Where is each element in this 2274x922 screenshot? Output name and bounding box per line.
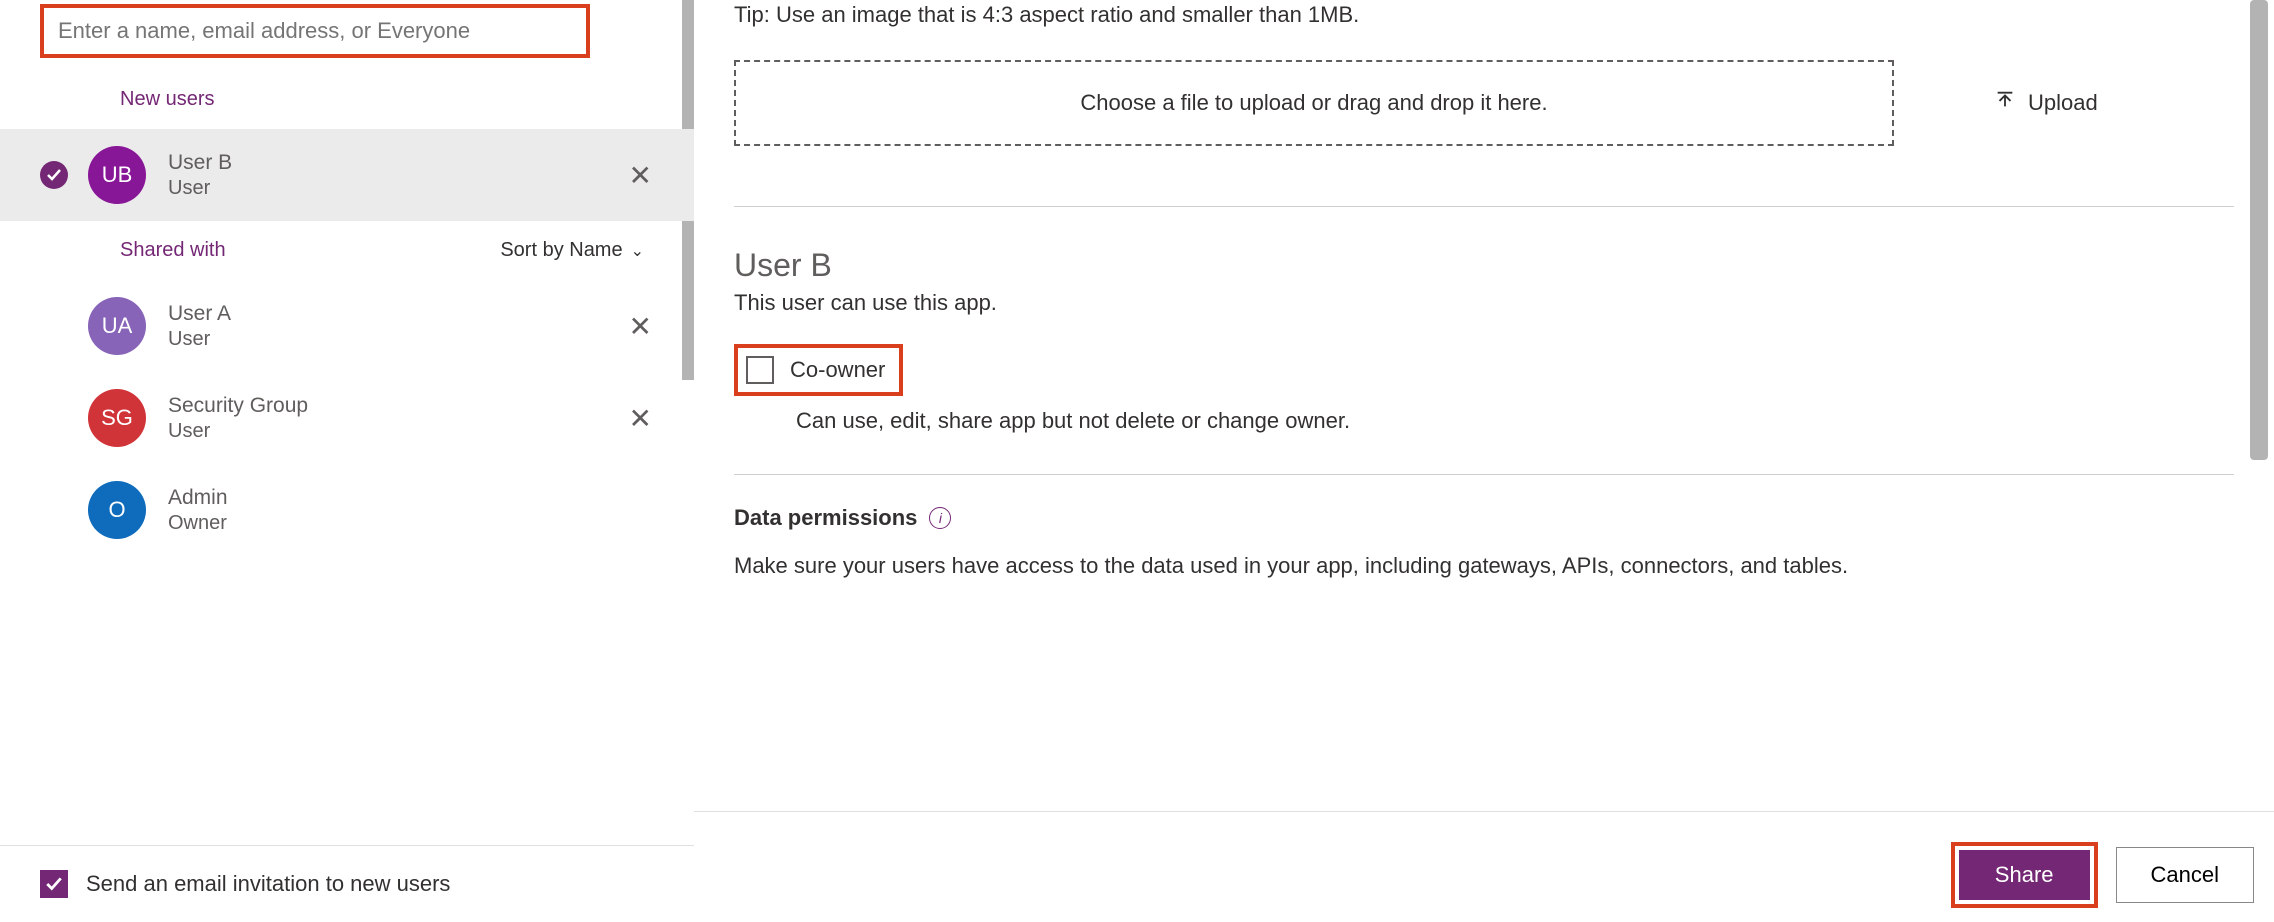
user-name: Admin xyxy=(168,486,664,510)
avatar: O xyxy=(88,481,146,539)
user-name: User B xyxy=(168,151,617,175)
email-invite-checkbox[interactable] xyxy=(40,870,68,898)
shared-user-row[interactable]: O Admin Owner xyxy=(0,464,694,556)
avatar: UA xyxy=(88,297,146,355)
data-permissions-description: Make sure your users have access to the … xyxy=(734,553,2234,579)
divider xyxy=(734,206,2234,207)
image-tip-text: Tip: Use an image that is 4:3 aspect rat… xyxy=(734,0,2234,34)
selected-user-subtitle: This user can use this app. xyxy=(734,290,2234,316)
cancel-button[interactable]: Cancel xyxy=(2116,847,2254,903)
upload-icon xyxy=(1994,89,2016,117)
remove-user-button[interactable]: ✕ xyxy=(617,402,664,435)
people-search-input[interactable] xyxy=(40,4,590,58)
divider xyxy=(694,811,2274,812)
sort-by-label: Sort by Name xyxy=(500,239,622,262)
info-icon[interactable]: i xyxy=(929,507,951,529)
shared-with-header: Shared with xyxy=(120,239,226,262)
shared-user-row[interactable]: UA User A User ✕ xyxy=(0,280,694,372)
selected-check-icon xyxy=(40,161,68,189)
email-invite-row[interactable]: Send an email invitation to new users xyxy=(0,845,694,922)
share-left-panel: New users UB User B User ✕ Shared with S… xyxy=(0,0,694,922)
divider xyxy=(734,474,2234,475)
upload-button[interactable]: Upload xyxy=(1994,89,2098,117)
coowner-option[interactable]: Co-owner xyxy=(734,344,903,396)
share-right-panel: Tip: Use an image that is 4:3 aspect rat… xyxy=(694,0,2274,922)
user-role: User xyxy=(168,328,617,351)
selected-user-title: User B xyxy=(734,247,2234,284)
user-name: User A xyxy=(168,302,617,326)
data-permissions-title: Data permissions xyxy=(734,505,917,531)
new-user-row[interactable]: UB User B User ✕ xyxy=(0,129,694,221)
upload-dropzone[interactable]: Choose a file to upload or drag and drop… xyxy=(734,60,1894,146)
sort-by-dropdown[interactable]: Sort by Name ⌄ xyxy=(500,239,644,262)
email-invite-label: Send an email invitation to new users xyxy=(86,871,450,897)
share-button[interactable]: Share xyxy=(1959,850,2090,900)
shared-user-row[interactable]: SG Security Group User ✕ xyxy=(0,372,694,464)
coowner-checkbox[interactable] xyxy=(746,356,774,384)
user-name: Security Group xyxy=(168,394,617,418)
coowner-description: Can use, edit, share app but not delete … xyxy=(796,408,2234,434)
user-role: Owner xyxy=(168,512,664,535)
upload-label: Upload xyxy=(2028,90,2098,116)
remove-user-button[interactable]: ✕ xyxy=(617,310,664,343)
avatar: UB xyxy=(88,146,146,204)
avatar: SG xyxy=(88,389,146,447)
user-role: User xyxy=(168,177,617,200)
user-role: User xyxy=(168,420,617,443)
chevron-down-icon: ⌄ xyxy=(631,241,644,261)
remove-user-button[interactable]: ✕ xyxy=(617,159,664,192)
right-scrollbar[interactable] xyxy=(2250,0,2268,460)
coowner-label: Co-owner xyxy=(790,357,885,383)
new-users-header: New users xyxy=(0,70,694,129)
